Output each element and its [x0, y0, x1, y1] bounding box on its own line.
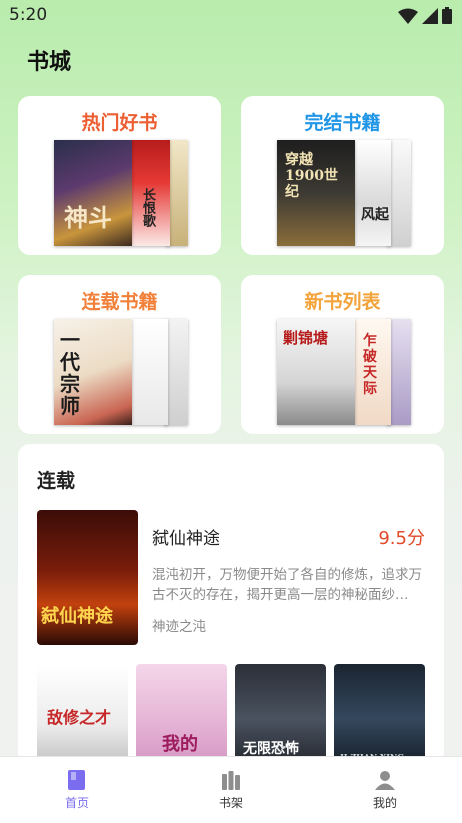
category-card-new[interactable]: 新书列表 剿锦塘 乍破天际 [241, 275, 444, 434]
person-icon [375, 771, 395, 790]
book-thumbnail[interactable]: 无限恐怖 [235, 664, 326, 764]
cover-title: 乍破天际 [363, 333, 377, 397]
cover-title: 弑仙神途 [41, 606, 113, 627]
featured-book-score: 9.5分 [378, 528, 425, 549]
cover-title: 神斗 [64, 203, 112, 232]
book-thumbnail[interactable]: 敌修之才 [37, 664, 128, 764]
category-card-serial[interactable]: 连载书籍 一代宗师 [18, 275, 221, 434]
book-cover: 穿越1900世纪 [277, 140, 355, 246]
category-card-hot[interactable]: 热门好书 神斗 长恨歌 [18, 96, 221, 255]
cover-title: 穿越1900世纪 [285, 152, 338, 200]
bottom-navigation: 首页 书架 我的 [0, 756, 462, 823]
cover-title: 一代宗师 [60, 328, 80, 418]
status-icons [398, 7, 452, 24]
book-cover: 乍破天际 [355, 319, 391, 425]
status-bar: 5:20 [0, 0, 462, 30]
featured-book-description: 混沌初开，万物便开始了各自的修炼，追求万古不灭的存在，揭开更高一层的神秘面纱… [152, 567, 422, 603]
cover-stack: 神斗 长恨歌 [54, 140, 189, 246]
cover-title: 风起 [361, 207, 389, 223]
nav-item-home[interactable]: 首页 [0, 757, 154, 823]
featured-book-author: 神迹之沌 [152, 619, 206, 635]
category-title: 新书列表 [304, 291, 381, 313]
cover-stack: 穿越1900世纪 风起 [277, 140, 412, 246]
cover-title: 敌修之才 [47, 708, 112, 727]
cover-title: 剿锦塘 [283, 329, 329, 347]
book-thumbnail[interactable]: 我的 [136, 664, 227, 764]
section-heading: 连载 [37, 470, 76, 492]
cover-stack: 一代宗师 [54, 319, 189, 425]
category-card-completed[interactable]: 完结书籍 穿越1900世纪 风起 [241, 96, 444, 255]
nav-label: 我的 [372, 796, 397, 810]
book-cover: 神斗 [54, 140, 132, 246]
book-cover [132, 319, 168, 425]
nav-item-shelf[interactable]: 书架 [154, 757, 308, 823]
cover-stack: 剿锦塘 乍破天际 [277, 319, 412, 425]
status-time: 5:20 [9, 5, 48, 25]
book-cover: 一代宗师 [54, 319, 132, 425]
featured-book-cover[interactable]: 弑仙神途 [37, 510, 138, 645]
nav-label: 首页 [64, 796, 89, 810]
book-cover: 剿锦塘 [277, 319, 355, 425]
cover-title: 长恨歌 [140, 188, 155, 227]
serial-section: 连载 弑仙神途 弑仙神途 9.5分 混沌初开，万物便开始了各自的修炼，追求万古不… [18, 444, 444, 764]
battery-icon [442, 7, 452, 24]
category-title: 完结书籍 [304, 112, 381, 134]
book-cover: 风起 [355, 140, 391, 246]
cover-title: 无限恐怖 [243, 741, 299, 757]
featured-book-title[interactable]: 弑仙神途 [152, 524, 220, 549]
nav-label: 书架 [218, 796, 243, 810]
shelf-icon [222, 771, 240, 790]
cover-title: 我的 [162, 734, 198, 755]
book-cover: 长恨歌 [132, 140, 170, 246]
nav-item-profile[interactable]: 我的 [308, 757, 462, 823]
book-thumbnail[interactable]: JI ZHAN XING QIU [334, 664, 425, 764]
wifi-icon [398, 8, 418, 24]
page-title: 书城 [27, 50, 72, 75]
book-icon [68, 770, 85, 790]
category-title: 热门好书 [81, 112, 158, 134]
signal-icon [422, 7, 438, 24]
category-title: 连载书籍 [81, 291, 158, 313]
